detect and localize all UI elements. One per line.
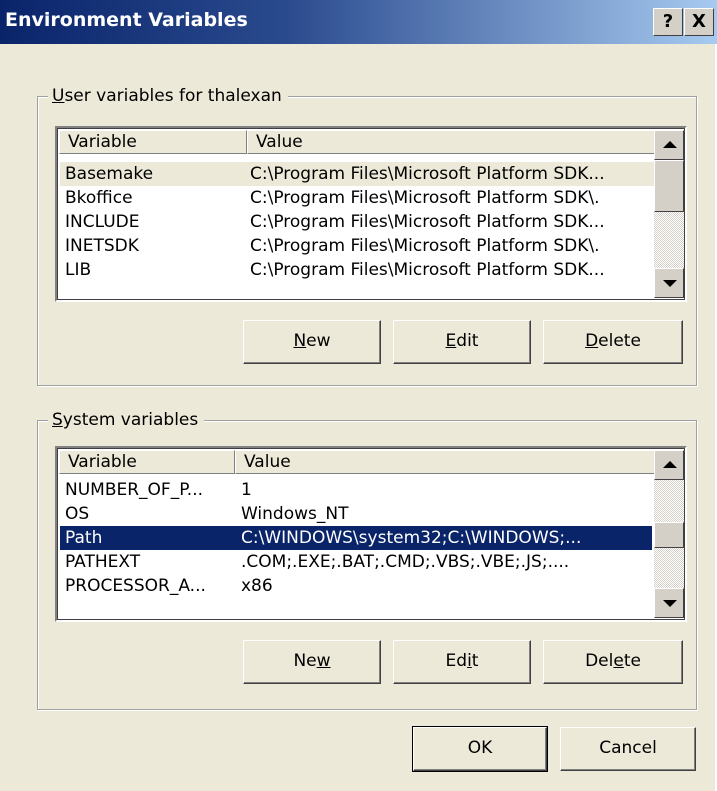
variable-value: C:\Program Files\Microsoft Platform SDK\… [250,236,600,256]
user-list-scrollbar[interactable] [654,130,684,298]
variable-name: NUMBER_OF_P... [65,480,204,500]
user-delete-button[interactable]: Delete [543,320,683,364]
system-delete-button[interactable]: Delete [543,640,683,684]
scroll-up-button[interactable] [654,450,684,480]
variable-value: C:\Program Files\Microsoft Platform SDK.… [250,260,605,280]
user-new-button[interactable]: New [243,320,381,364]
variable-value: Windows_NT [241,504,349,524]
ok-button[interactable]: OK [412,726,548,772]
column-header-value[interactable]: Value [247,130,657,154]
arrow-up-icon [663,461,677,468]
list-item[interactable]: PROCESSOR_A... x86 [60,574,656,598]
variable-value: x86 [241,576,273,596]
list-item[interactable]: PATHEXT .COM;.EXE;.BAT;.CMD;.VBS;.VBE;.J… [60,550,656,574]
user-variables-list[interactable]: Variable Value Basemake C:\Program Files… [55,126,687,302]
window-title: Environment Variables [5,9,248,31]
system-new-button[interactable]: New [243,640,381,684]
scroll-down-button[interactable] [654,588,684,618]
variable-name: PROCESSOR_A... [65,576,206,596]
environment-variables-dialog: Environment Variables ? X User variables… [0,0,717,791]
user-variables-label: User variables for thalexan [48,86,288,106]
variable-value: 1 [241,480,252,500]
list-item[interactable]: LIB C:\Program Files\Microsoft Platform … [60,258,656,282]
variable-name: Bkoffice [65,188,133,208]
column-header-variable[interactable]: Variable [59,450,235,474]
scroll-thumb[interactable] [654,522,684,548]
system-edit-button[interactable]: Edit [393,640,531,684]
list-item[interactable]: Basemake C:\Program Files\Microsoft Plat… [60,162,656,186]
variable-value: .COM;.EXE;.BAT;.CMD;.VBS;.VBE;.JS;.... [241,552,570,572]
system-variables-list[interactable]: Variable Value NUMBER_OF_P... 1 OS Windo… [55,446,687,622]
variable-name: PATHEXT [65,552,141,572]
user-list-header: Variable Value [57,128,685,154]
close-button[interactable]: X [684,8,714,36]
variable-value: C:\Program Files\Microsoft Platform SDK\… [250,188,600,208]
variable-value: C:\Program Files\Microsoft Platform SDK.… [250,164,605,184]
list-item[interactable]: NUMBER_OF_P... 1 [60,478,656,502]
user-edit-button[interactable]: Edit [393,320,531,364]
variable-value: C:\WINDOWS\system32;C:\WINDOWS;... [241,528,582,548]
system-list-scrollbar[interactable] [654,450,684,618]
variable-name: OS [65,504,90,524]
system-list-header: Variable Value [57,448,685,474]
variable-name: LIB [65,260,92,280]
arrow-down-icon [663,600,677,607]
list-item[interactable]: INCLUDE C:\Program Files\Microsoft Platf… [60,210,656,234]
variable-name: Basemake [65,164,154,184]
variable-value: C:\Program Files\Microsoft Platform SDK.… [250,212,605,232]
column-header-value[interactable]: Value [235,450,657,474]
arrow-down-icon [663,280,677,287]
column-header-variable[interactable]: Variable [59,130,247,154]
scroll-up-button[interactable] [654,130,684,160]
list-item[interactable]: Bkoffice C:\Program Files\Microsoft Plat… [60,186,656,210]
variable-name: INCLUDE [65,212,140,232]
title-bar[interactable]: Environment Variables ? X [0,0,717,44]
list-item-selected[interactable]: Path C:\WINDOWS\system32;C:\WINDOWS;... [60,526,652,550]
system-variables-label: System variables [48,410,205,430]
list-item[interactable]: INETSDK C:\Program Files\Microsoft Platf… [60,234,656,258]
scroll-thumb[interactable] [654,160,684,212]
arrow-up-icon [663,141,677,148]
cancel-button[interactable]: Cancel [560,727,696,771]
scroll-down-button[interactable] [654,268,684,298]
variable-name: INETSDK [65,236,139,256]
help-button[interactable]: ? [653,8,683,36]
list-item[interactable]: OS Windows_NT [60,502,656,526]
variable-name: Path [65,528,103,548]
